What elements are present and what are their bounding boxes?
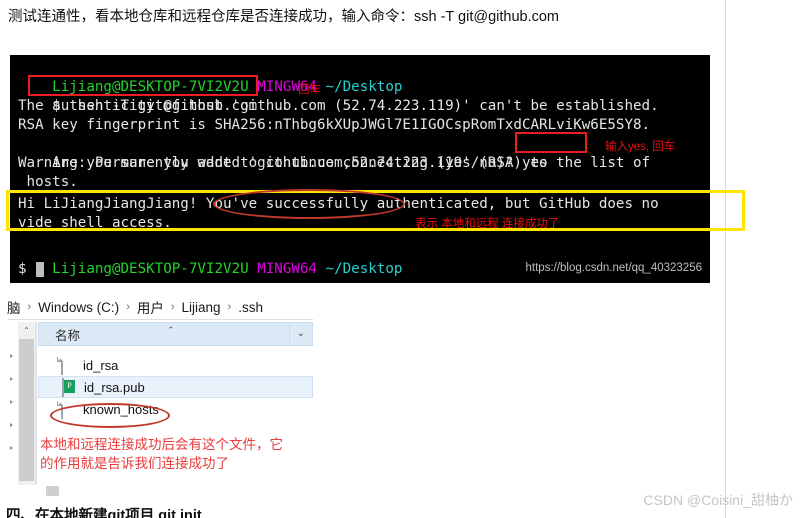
prompt-path-2: ~/Desktop (325, 261, 403, 277)
breadcrumb-separator-icon: › (170, 301, 175, 313)
breadcrumb-item-1[interactable]: Windows (C:) (37, 300, 120, 315)
annotation-enter-1: 回车 (298, 84, 321, 96)
navigation-tree-markers (8, 322, 17, 485)
csdn-watermark: CSDN @Coisini_甜柚か (643, 492, 793, 508)
column-header-name[interactable]: 名称 ⌃ ⌄ (38, 322, 313, 346)
next-section-heading: 四、在本地新建git项目 git init (6, 508, 202, 518)
scrollbar-thumb[interactable] (19, 339, 34, 481)
annotation-enter-2: 输入yes, 回车 (605, 141, 676, 153)
terminal-prompt-dollar-2: $ (18, 261, 27, 277)
breadcrumb-item-4[interactable]: .ssh (237, 300, 264, 315)
breadcrumb[interactable]: 脑 › Windows (C:) › 用户 › Lijiang › .ssh (6, 296, 264, 318)
breadcrumb-item-0[interactable]: 脑 (6, 297, 22, 317)
annotation-file-note: 本地和远程连接成功后会有这个文件，它 的作用就是告诉我们连接成功了 (40, 437, 283, 471)
document-icon (61, 355, 75, 375)
breadcrumb-item-2[interactable]: 用户 (136, 297, 165, 317)
highlight-box-command (28, 75, 258, 96)
file-row-id-rsa[interactable]: id_rsa (38, 354, 313, 376)
terminal-watermark: https://blog.csdn.net/qq_40323256 (525, 262, 702, 274)
prompt-path: ~/Desktop (325, 79, 403, 95)
sort-ascending-icon: ⌃ (167, 325, 175, 335)
highlight-box-yes (515, 132, 587, 153)
terminal-line-authenticity: The authenticity of host 'github.com (52… (18, 98, 659, 114)
highlight-ellipse-known-hosts (50, 403, 170, 428)
scroll-up-arrow-icon[interactable]: ⌃ (18, 322, 35, 338)
column-header-label: 名称 (55, 328, 81, 343)
publisher-document-icon: P (62, 377, 76, 397)
chevron-down-icon[interactable]: ⌄ (297, 328, 305, 339)
file-name: id_rsa.pub (84, 379, 145, 395)
terminal-prompt-line-2: Lijiang@DESKTOP-7VI2V2U MINGW64 ~/Deskto… (18, 241, 402, 283)
prompt-shell-2: MINGW64 (257, 261, 317, 277)
file-row-id-rsa-pub[interactable]: P id_rsa.pub (38, 376, 313, 398)
breadcrumb-separator-icon: › (27, 301, 32, 313)
breadcrumb-divider (8, 319, 313, 320)
intro-instruction-text: 测试连通性，看本地仓库和远程仓库是否连接成功，输入命令：ssh -T git@g… (8, 9, 560, 25)
prompt-user-host-2: Lijiang@DESKTOP-7VI2V2U (52, 261, 249, 277)
terminal-line-warning: Warning: Permanently added 'github.com,5… (18, 155, 651, 171)
highlight-ellipse-successfully (213, 189, 405, 219)
scroll-stub (46, 486, 59, 496)
breadcrumb-separator-icon: › (227, 301, 232, 313)
page-margin-rule (725, 0, 726, 518)
column-divider (289, 325, 290, 345)
file-name: id_rsa (83, 357, 119, 373)
file-explorer-window[interactable]: 脑 › Windows (C:) › 用户 › Lijiang › .ssh ⌃… (0, 292, 725, 497)
breadcrumb-item-3[interactable]: Lijiang (181, 300, 222, 315)
breadcrumb-separator-icon: › (126, 301, 130, 313)
terminal-cursor (36, 262, 44, 277)
